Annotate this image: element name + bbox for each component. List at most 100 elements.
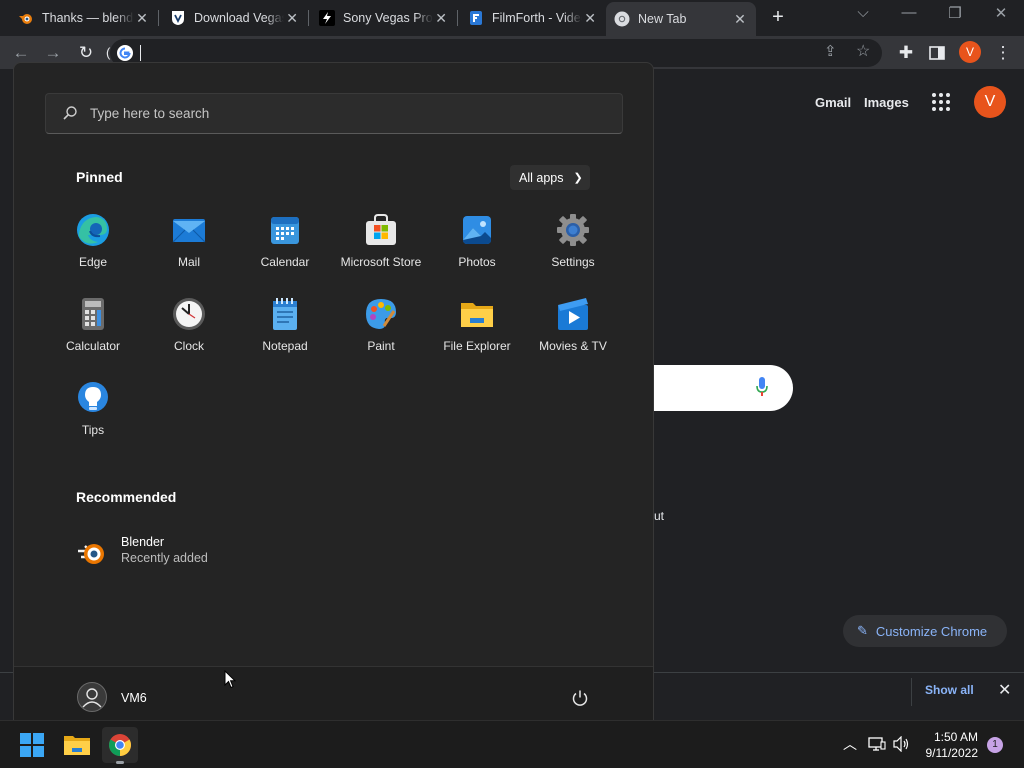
forward-arrow-icon[interactable]: → [42, 42, 64, 64]
restore-button[interactable]: ❐ [932, 4, 978, 22]
shortcut-label-fragment: ut [654, 509, 665, 523]
chrome-menu-icon[interactable]: ⋮ [992, 42, 1014, 64]
pinned-app-paint[interactable]: Paint [333, 297, 429, 369]
filmforth-icon [468, 10, 484, 26]
images-link[interactable]: Images [864, 95, 909, 110]
tab-sony-vegas[interactable]: Sony Vegas Pro ✕ [311, 4, 457, 32]
download-bar-close-icon[interactable]: ✕ [998, 680, 1011, 700]
tab-vegas[interactable]: Download Vegas Pro ✕ [162, 4, 308, 32]
app-label: File Explorer [443, 339, 511, 353]
pinned-app-clock[interactable]: Clock [141, 297, 237, 369]
notification-badge[interactable]: 1 [987, 737, 1003, 753]
gmail-link[interactable]: Gmail [815, 95, 851, 110]
customize-chrome-button[interactable]: ✎ Customize Chrome [843, 615, 1007, 647]
tab-close-icon[interactable]: ✕ [433, 10, 449, 27]
app-label: Movies & TV [539, 339, 607, 353]
app-label: Paint [367, 339, 395, 353]
text-caret [140, 45, 141, 61]
app-label: Tips [81, 423, 105, 437]
reload-icon[interactable]: ↻ [75, 42, 97, 64]
tray-overflow-chevron-icon[interactable]: ︿ [843, 734, 857, 754]
microphone-icon[interactable] [756, 377, 768, 402]
tab-search-chevron-icon[interactable]: ⌵ [840, 4, 886, 21]
pinned-app-movies-tv[interactable]: Movies & TV [525, 297, 621, 369]
chevron-right-icon: ❯ [573, 172, 583, 184]
pinned-app-microsoft-store[interactable]: Microsoft Store [333, 213, 429, 285]
pinned-app-settings[interactable]: Settings [525, 213, 621, 285]
search-placeholder: Type here to search [90, 106, 210, 121]
taskbar: ︿ 1:50 AM 9/11/2022 1 [0, 720, 1024, 768]
pinned-app-edge[interactable]: Edge [45, 213, 141, 285]
windows-start-button[interactable] [14, 727, 50, 763]
google-account-avatar[interactable]: V [974, 86, 1006, 118]
power-icon[interactable] [571, 689, 589, 707]
back-arrow-icon[interactable]: ← [10, 42, 32, 64]
bolt-icon [319, 10, 335, 26]
tab-close-icon[interactable]: ✕ [284, 10, 300, 27]
user-name[interactable]: VM6 [121, 691, 147, 705]
tab-divider [158, 10, 159, 26]
customize-chrome-label: Customize Chrome [875, 623, 988, 639]
extensions-puzzle-icon[interactable]: ✚ [895, 42, 917, 64]
taskbar-time[interactable]: 1:50 AM [932, 730, 978, 744]
pinned-app-file-explorer[interactable]: File Explorer [429, 297, 525, 369]
blender-icon [76, 537, 108, 569]
pinned-app-calendar[interactable]: Calendar [237, 213, 333, 285]
bookmark-star-icon[interactable]: ☆ [856, 41, 870, 61]
tab-close-icon[interactable]: ✕ [134, 10, 150, 27]
close-window-button[interactable]: ✕ [978, 4, 1024, 22]
tab-divider [457, 10, 458, 26]
side-panel-icon[interactable] [926, 42, 948, 64]
tab-title: New Tab [638, 12, 687, 26]
show-all-downloads-button[interactable]: Show all [925, 683, 974, 697]
google-apps-grid-icon[interactable] [932, 93, 952, 113]
folder-icon [64, 736, 90, 755]
user-avatar-icon[interactable] [77, 682, 107, 712]
chrome-icon [614, 11, 630, 27]
windows-logo-icon [20, 733, 44, 757]
pencil-icon: ✎ [857, 623, 868, 638]
volume-icon[interactable] [893, 735, 911, 757]
tab-title: Thanks — blender.org [42, 11, 134, 25]
photos-icon [460, 213, 494, 247]
all-apps-button[interactable]: All apps ❯ [510, 165, 590, 190]
app-label: Microsoft Store [340, 255, 422, 269]
app-label: Settings [551, 255, 595, 269]
recommended-item-name: Blender [121, 535, 165, 549]
pinned-app-photos[interactable]: Photos [429, 213, 525, 285]
recommended-heading: Recommended [76, 489, 177, 505]
app-label: Calendar [260, 255, 310, 269]
tab-strip: Thanks — blender.org ✕ Download Vegas Pr… [0, 0, 1024, 36]
start-menu: Type here to search Pinned All apps ❯ Ed… [13, 62, 654, 721]
calendar-icon [268, 213, 302, 247]
tab-new-tab[interactable]: New Tab ✕ [606, 2, 756, 36]
tab-close-icon[interactable]: ✕ [582, 10, 598, 27]
taskbar-file-explorer[interactable] [59, 727, 95, 763]
start-menu-footer: VM6 [14, 666, 653, 721]
recommended-item-blender[interactable]: Blender Recently added [76, 533, 276, 573]
tab-filmforth[interactable]: FilmForth - Video Editor ✕ [460, 4, 606, 32]
start-search-input[interactable]: Type here to search [45, 93, 623, 134]
taskbar-date[interactable]: 9/11/2022 [922, 746, 979, 760]
mouse-cursor-icon [224, 669, 237, 694]
calculator-icon [76, 297, 110, 331]
mail-icon [172, 213, 206, 247]
tips-icon [76, 381, 110, 415]
share-icon[interactable]: ⇪ [824, 42, 837, 60]
taskbar-chrome[interactable] [102, 727, 138, 763]
new-tab-button[interactable]: + [767, 6, 789, 29]
folder-icon [460, 297, 494, 331]
tab-close-icon[interactable]: ✕ [732, 11, 748, 28]
pinned-app-mail[interactable]: Mail [141, 213, 237, 285]
network-icon[interactable] [868, 736, 886, 757]
tab-blender[interactable]: Thanks — blender.org ✕ [10, 4, 158, 32]
pinned-app-tips[interactable]: Tips [45, 381, 141, 453]
pinned-app-calculator[interactable]: Calculator [45, 297, 141, 369]
search-icon [62, 105, 78, 126]
app-label: Clock [173, 339, 204, 353]
app-label: Notepad [262, 339, 308, 353]
minimize-button[interactable]: — [886, 4, 932, 21]
pinned-app-notepad[interactable]: Notepad [237, 297, 333, 369]
store-icon [364, 213, 398, 247]
profile-avatar[interactable]: V [959, 41, 981, 63]
